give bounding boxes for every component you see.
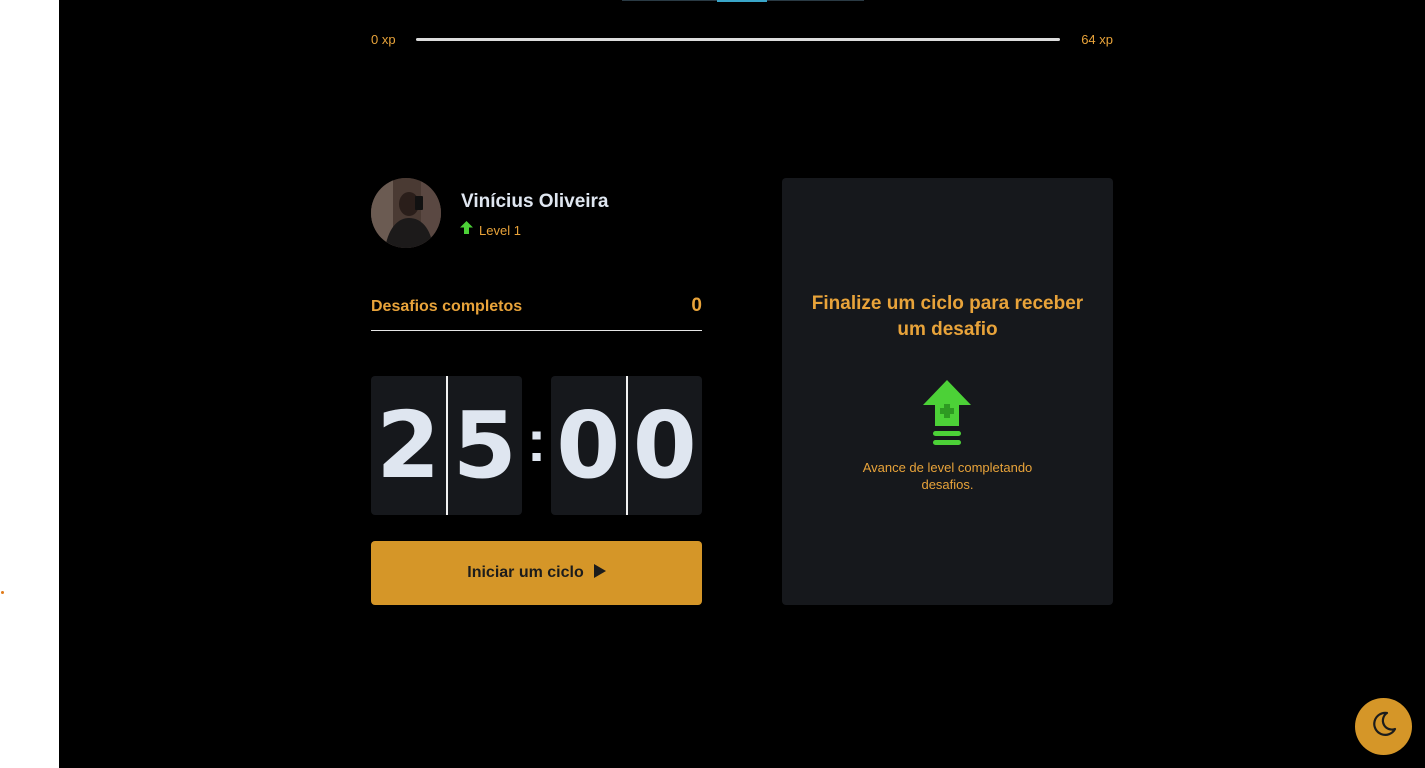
challenge-title: Finalize um ciclo para receber um desafi… <box>811 293 1084 340</box>
minute-digit-left: 2 <box>371 376 448 515</box>
xp-track <box>416 38 1060 41</box>
second-digit-left: 0 <box>551 376 628 515</box>
second-digit-right: 0 <box>632 392 697 499</box>
avatar <box>371 178 441 248</box>
main-area <box>59 0 1425 768</box>
top-scroll-thumb[interactable] <box>717 0 767 2</box>
start-cycle-button[interactable]: Iniciar um ciclo <box>371 541 702 605</box>
challenge-box: Finalize um ciclo para receber um desafi… <box>782 178 1113 605</box>
decorative-dot <box>1 591 4 594</box>
challenge-description: Avance de level completando desafios. <box>862 460 1033 492</box>
xp-min-label: 0 xp <box>371 32 396 47</box>
experience-bar: 0 xp 64 xp <box>371 30 1113 50</box>
level-indicator: Level 1 <box>460 221 521 239</box>
completed-challenges-label: Desafios completos <box>371 298 523 315</box>
theme-toggle-button[interactable] <box>1355 698 1412 755</box>
level-label: Level 1 <box>479 222 521 238</box>
completed-challenges: Desafios completos 0 <box>371 294 702 331</box>
countdown-seconds: 0 0 <box>551 376 702 515</box>
xp-max-label: 64 xp <box>1081 32 1113 47</box>
level-up-icon <box>923 380 971 446</box>
left-margin <box>0 0 59 768</box>
countdown-separator: : <box>526 409 547 474</box>
start-cycle-label: Iniciar um ciclo <box>467 564 584 581</box>
profile: Vinícius Oliveira Level 1 <box>371 178 702 248</box>
countdown: 2 5 : 0 0 <box>371 376 702 515</box>
minute-digit-right: 5 <box>452 392 517 499</box>
moon-icon <box>1370 710 1398 743</box>
level-up-arrow-icon <box>460 221 473 239</box>
countdown-minutes: 2 5 <box>371 376 522 515</box>
play-icon <box>593 563 606 583</box>
completed-challenges-count: 0 <box>691 295 702 316</box>
profile-name: Vinícius Oliveira <box>461 191 609 212</box>
